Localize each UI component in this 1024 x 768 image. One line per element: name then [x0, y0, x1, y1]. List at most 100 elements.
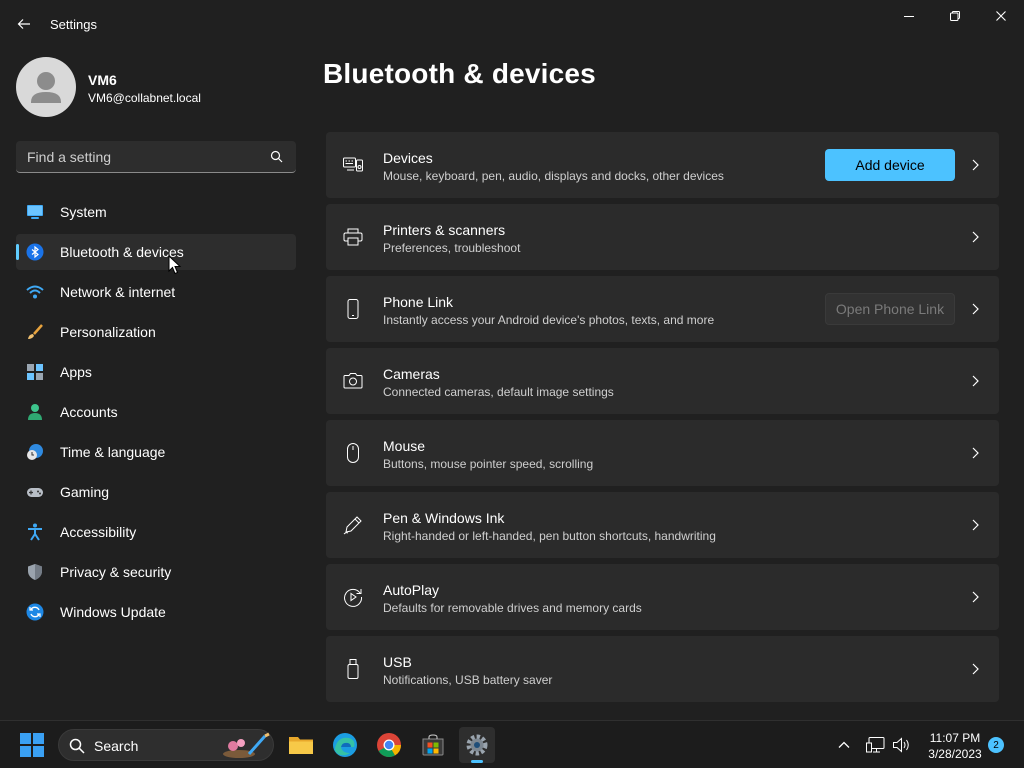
sidebar-item-label: Gaming — [60, 484, 110, 500]
card-mouse[interactable]: Mouse Buttons, mouse pointer speed, scro… — [326, 420, 999, 486]
sidebar-item-system[interactable]: System — [16, 194, 296, 230]
wifi-icon — [26, 285, 44, 299]
chevron-right-icon — [972, 231, 979, 243]
network-icon[interactable] — [866, 736, 886, 754]
gear-icon — [466, 734, 488, 756]
card-title: USB — [383, 654, 412, 670]
notification-badge[interactable]: 2 — [988, 737, 1004, 753]
mouse-icon — [347, 443, 359, 463]
card-title: Pen & Windows Ink — [383, 510, 505, 526]
minimize-icon — [904, 16, 914, 17]
store-icon — [422, 734, 444, 756]
card-title: Printers & scanners — [383, 222, 506, 238]
sidebar-item-accessibility[interactable]: Accessibility — [16, 514, 296, 550]
card-description: Buttons, mouse pointer speed, scrolling — [383, 457, 594, 471]
clock-date[interactable]: 3/28/2023 — [920, 747, 990, 761]
start-button[interactable] — [16, 729, 48, 761]
add-device-button[interactable]: Add device — [825, 149, 955, 181]
sidebar-item-label: Apps — [60, 364, 92, 380]
chevron-up-icon[interactable] — [836, 737, 852, 753]
pen-icon — [343, 516, 362, 535]
chevron-right-icon — [972, 663, 979, 675]
search-icon — [69, 738, 85, 754]
sidebar-item-windows-update[interactable]: Windows Update — [16, 594, 296, 630]
sidebar-item-apps[interactable]: Apps — [16, 354, 296, 390]
profile-name: VM6 — [88, 72, 117, 88]
globe-clock-icon — [27, 444, 43, 460]
app-title: Settings — [50, 17, 97, 32]
autoplay-icon — [344, 588, 363, 607]
close-button[interactable] — [978, 0, 1024, 32]
sidebar-item-label: Privacy & security — [60, 564, 172, 580]
card-description: Right-handed or left-handed, pen button … — [383, 529, 716, 543]
sidebar-item-accounts[interactable]: Accounts — [16, 394, 296, 430]
sidebar-item-label: Time & language — [60, 444, 166, 460]
devices-icon — [343, 157, 363, 172]
system-icon — [27, 205, 43, 219]
taskbar-search[interactable]: Search — [58, 729, 274, 761]
card-description: Instantly access your Android device's p… — [383, 313, 715, 327]
clock-time[interactable]: 11:07 PM — [920, 731, 990, 745]
taskbar-settings[interactable] — [459, 727, 495, 763]
accessibility-icon — [28, 523, 42, 541]
card-cameras[interactable]: Cameras Connected cameras, default image… — [326, 348, 999, 414]
sidebar-item-personalization[interactable]: Personalization — [16, 314, 296, 350]
taskbar: Search 11:07 PM 3/28/2023 2 — [0, 720, 1024, 768]
minimize-button[interactable] — [886, 0, 932, 32]
sidebar-item-network[interactable]: Network & internet — [16, 274, 296, 310]
usb-icon — [347, 659, 359, 679]
restore-button[interactable] — [932, 0, 978, 32]
card-usb[interactable]: USB Notifications, USB battery saver — [326, 636, 999, 702]
taskbar-file-explorer[interactable] — [283, 727, 319, 763]
mouse-cursor-icon — [168, 255, 182, 275]
sidebar-item-label: Windows Update — [60, 604, 166, 620]
card-phone-link[interactable]: Phone Link Instantly access your Android… — [326, 276, 999, 342]
search-highlight-icon — [223, 732, 270, 758]
gamepad-icon — [27, 488, 43, 497]
update-icon — [26, 603, 44, 621]
sidebar-nav: System Bluetooth & devices Network & int… — [16, 194, 296, 634]
chrome-icon — [377, 733, 401, 758]
chevron-right-icon — [972, 519, 979, 531]
card-title: AutoPlay — [383, 582, 440, 598]
taskbar-edge[interactable] — [327, 727, 363, 763]
sidebar-item-label: Network & internet — [60, 284, 176, 300]
sidebar-item-privacy-security[interactable]: Privacy & security — [16, 554, 296, 590]
search-icon[interactable] — [270, 150, 283, 163]
sidebar-item-label: Personalization — [60, 324, 156, 340]
chevron-right-icon — [972, 159, 979, 171]
card-description: Mouse, keyboard, pen, audio, displays an… — [383, 169, 724, 183]
avatar[interactable] — [16, 57, 76, 117]
apps-icon — [27, 364, 43, 380]
card-autoplay[interactable]: AutoPlay Defaults for removable drives a… — [326, 564, 999, 630]
card-devices[interactable]: Devices Mouse, keyboard, pen, audio, dis… — [326, 132, 999, 198]
sidebar-item-label: Bluetooth & devices — [60, 244, 184, 260]
back-button[interactable] — [8, 8, 40, 40]
search-input[interactable] — [16, 141, 266, 172]
shield-icon — [28, 564, 42, 580]
taskbar-store[interactable] — [415, 727, 451, 763]
camera-icon — [343, 373, 363, 389]
sidebar-item-gaming[interactable]: Gaming — [16, 474, 296, 510]
volume-icon[interactable] — [892, 736, 912, 754]
sidebar-item-bluetooth-devices[interactable]: Bluetooth & devices — [16, 234, 296, 270]
taskbar-chrome[interactable] — [371, 727, 407, 763]
folder-icon — [289, 737, 313, 754]
search-box — [16, 141, 296, 173]
open-phone-link-button[interactable]: Open Phone Link — [825, 293, 955, 325]
profile-email: VM6@collabnet.local — [88, 91, 201, 105]
card-description: Defaults for removable drives and memory… — [383, 601, 642, 615]
card-title: Mouse — [383, 438, 426, 454]
sidebar-item-label: Accessibility — [60, 524, 137, 540]
chevron-right-icon — [972, 375, 979, 387]
card-title: Devices — [383, 150, 433, 166]
back-arrow-icon — [17, 19, 30, 29]
card-description: Notifications, USB battery saver — [383, 673, 553, 687]
card-pen-windows-ink[interactable]: Pen & Windows Ink Right-handed or left-h… — [326, 492, 999, 558]
edge-icon — [333, 733, 357, 757]
active-app-indicator — [471, 760, 483, 763]
printer-icon — [343, 228, 363, 246]
card-printers-scanners[interactable]: Printers & scanners Preferences, trouble… — [326, 204, 999, 270]
close-icon — [996, 11, 1006, 21]
sidebar-item-time-language[interactable]: Time & language — [16, 434, 296, 470]
